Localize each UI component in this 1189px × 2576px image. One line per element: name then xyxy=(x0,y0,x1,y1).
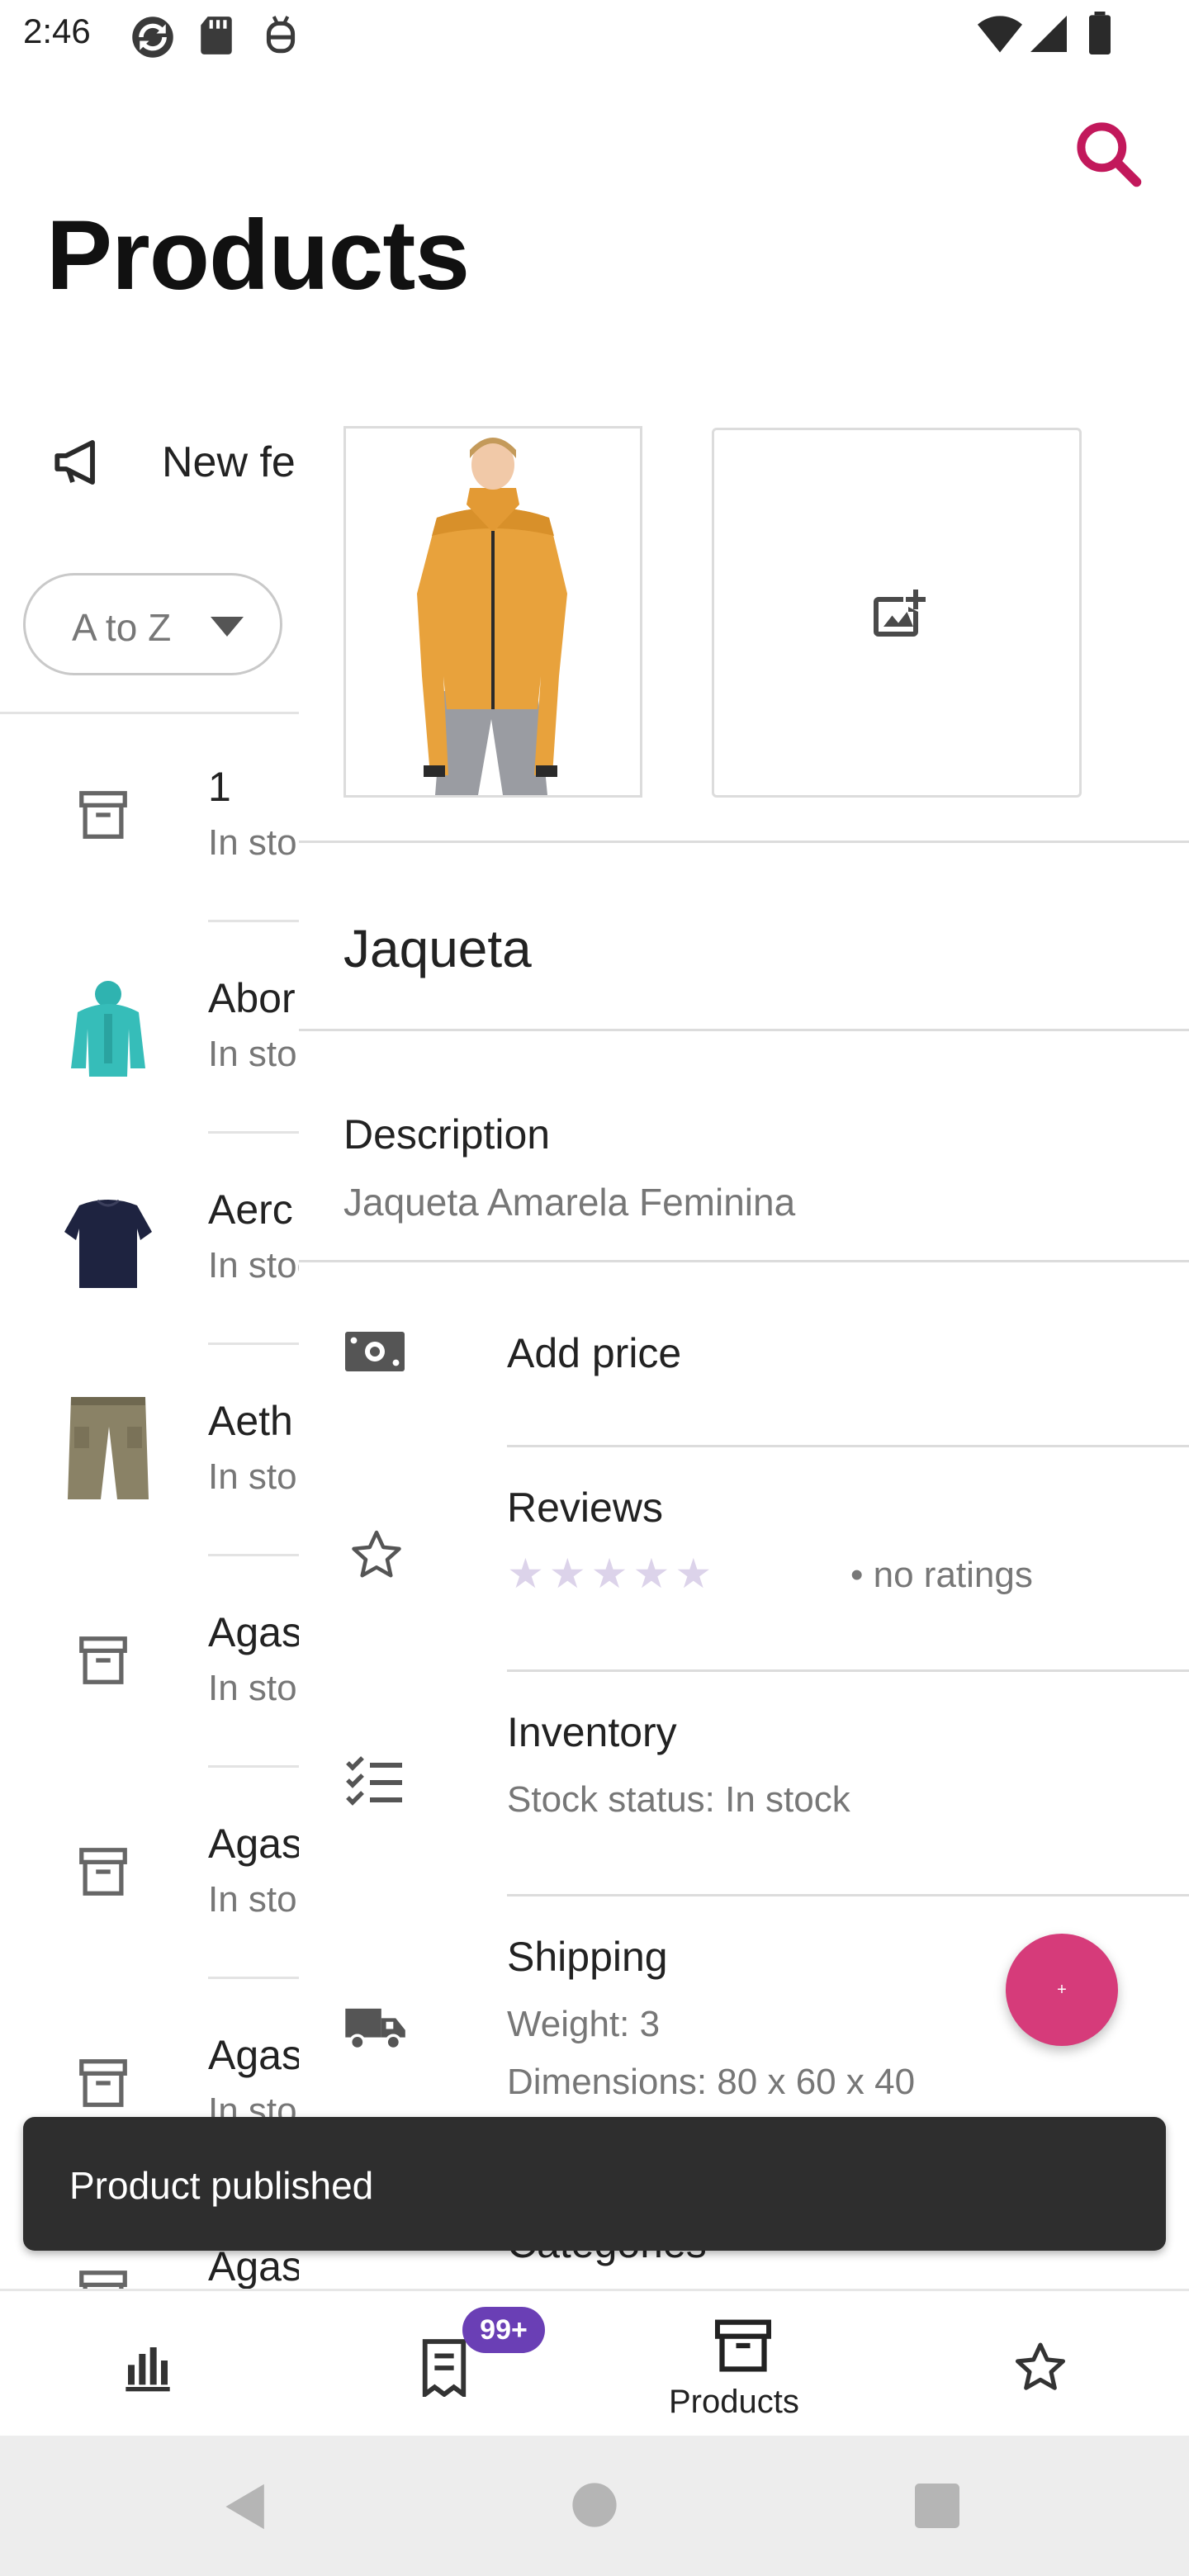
inventory-row[interactable]: Inventory Stock status: In stock xyxy=(299,1672,1189,1896)
system-nav-bar xyxy=(0,2436,1189,2576)
sort-chip-label: A to Z xyxy=(72,606,172,649)
back-icon[interactable] xyxy=(223,2482,269,2531)
archive-icon xyxy=(74,2054,132,2112)
list-item-title: Aerc xyxy=(208,1186,293,1233)
debug-icon xyxy=(263,15,299,56)
battery-icon xyxy=(1088,12,1111,54)
product-thumbnail xyxy=(54,1394,162,1501)
shipping-label: Shipping xyxy=(507,1934,668,1980)
home-icon[interactable] xyxy=(571,2482,618,2528)
list-item-subtitle: In sto xyxy=(208,1034,297,1074)
list-item-subtitle: In sto xyxy=(208,822,297,863)
cell-signal-icon xyxy=(1030,15,1067,53)
star-outline-icon xyxy=(352,1530,401,1578)
orders-icon xyxy=(422,2339,467,2397)
feedback-label: New fe xyxy=(162,438,296,486)
archive-icon xyxy=(74,1631,132,1689)
fab-label: + xyxy=(1057,1981,1067,1999)
description-value: Jaqueta Amarela Feminina xyxy=(343,1181,796,1224)
list-item-title: Agas xyxy=(208,1821,302,1867)
list-item-subtitle: In sto xyxy=(208,1668,297,1708)
megaphone-icon xyxy=(53,438,106,487)
tab-dashboard[interactable] xyxy=(0,2291,297,2438)
bar-chart-icon xyxy=(126,2347,170,2392)
archive-icon xyxy=(715,2319,771,2372)
product-name[interactable]: Jaqueta xyxy=(343,918,532,979)
reviews-rating-text: • no ratings xyxy=(850,1555,1033,1595)
orders-badge: 99+ xyxy=(462,2307,545,2353)
add-photo-tile[interactable] xyxy=(712,428,1082,798)
list-item-title: Agas xyxy=(208,1609,302,1655)
list-item-subtitle: In sto xyxy=(208,1456,297,1497)
page-title: Products xyxy=(46,200,470,310)
chevron-down-icon xyxy=(211,617,244,637)
shipping-dimensions: Dimensions: 80 x 60 x 40 xyxy=(507,2062,916,2102)
recents-icon[interactable] xyxy=(915,2484,959,2528)
list-item-subtitle: In sto xyxy=(208,1879,297,1920)
inventory-label: Inventory xyxy=(507,1709,677,1755)
divider xyxy=(299,841,1189,843)
star-outline-icon xyxy=(1015,2342,1066,2390)
rating-star: ★ xyxy=(548,1551,586,1597)
description-section[interactable]: Description Jaqueta Amarela Feminina xyxy=(299,1031,1189,1279)
sort-chip[interactable]: A to Z xyxy=(23,573,282,675)
status-time: 2:46 xyxy=(23,12,91,50)
add-price-label: Add price xyxy=(507,1330,682,1376)
reviews-row[interactable]: Reviews ★ ★ ★ ★ ★ • no ratings xyxy=(299,1447,1189,1672)
shipping-weight: Weight: 3 xyxy=(507,2004,661,2044)
list-item-title: Abor xyxy=(208,975,296,1021)
tab-products-label: Products xyxy=(669,2384,799,2420)
product-thumbnail xyxy=(54,1182,162,1290)
divider xyxy=(299,1260,1189,1262)
list-item-title: Agas xyxy=(208,2032,302,2078)
add-photo-icon xyxy=(874,590,926,637)
rating-star: ★ xyxy=(507,1551,544,1597)
rating-star: ★ xyxy=(632,1551,670,1597)
rating-star: ★ xyxy=(675,1551,713,1597)
description-label: Description xyxy=(343,1111,551,1158)
status-bar: 2:46 xyxy=(0,0,1189,69)
truck-icon xyxy=(345,2008,405,2051)
search-button[interactable] xyxy=(1070,116,1146,192)
add-fab[interactable]: + xyxy=(1006,1934,1118,2046)
tab-orders[interactable] xyxy=(297,2291,594,2438)
archive-icon xyxy=(74,2266,132,2289)
rating-star: ★ xyxy=(590,1551,628,1597)
wifi-icon xyxy=(978,15,1022,53)
reviews-label: Reviews xyxy=(507,1485,663,1531)
snackbar-message: Product published xyxy=(69,2164,374,2207)
product-photo[interactable] xyxy=(343,426,642,798)
product-thumbnail xyxy=(54,971,162,1078)
list-item-title: Aeth xyxy=(208,1398,293,1444)
sync-icon xyxy=(130,15,175,59)
cash-icon xyxy=(345,1332,405,1371)
checklist-icon xyxy=(346,1756,402,1806)
rating-stars: ★ ★ ★ ★ ★ xyxy=(507,1550,713,1597)
inventory-status: Stock status: In stock xyxy=(507,1779,850,1820)
bottom-nav: Products xyxy=(0,2289,1189,2436)
archive-icon xyxy=(74,1843,132,1901)
sd-card-icon xyxy=(198,15,234,56)
search-icon xyxy=(1077,122,1142,187)
tab-reviews[interactable] xyxy=(892,2291,1189,2438)
add-price-row[interactable]: Add price xyxy=(299,1280,1189,1445)
list-item-title: 1 xyxy=(208,764,231,810)
tab-products[interactable]: Products xyxy=(594,2291,892,2438)
archive-icon xyxy=(74,786,132,844)
snackbar: Product published xyxy=(23,2117,1166,2251)
